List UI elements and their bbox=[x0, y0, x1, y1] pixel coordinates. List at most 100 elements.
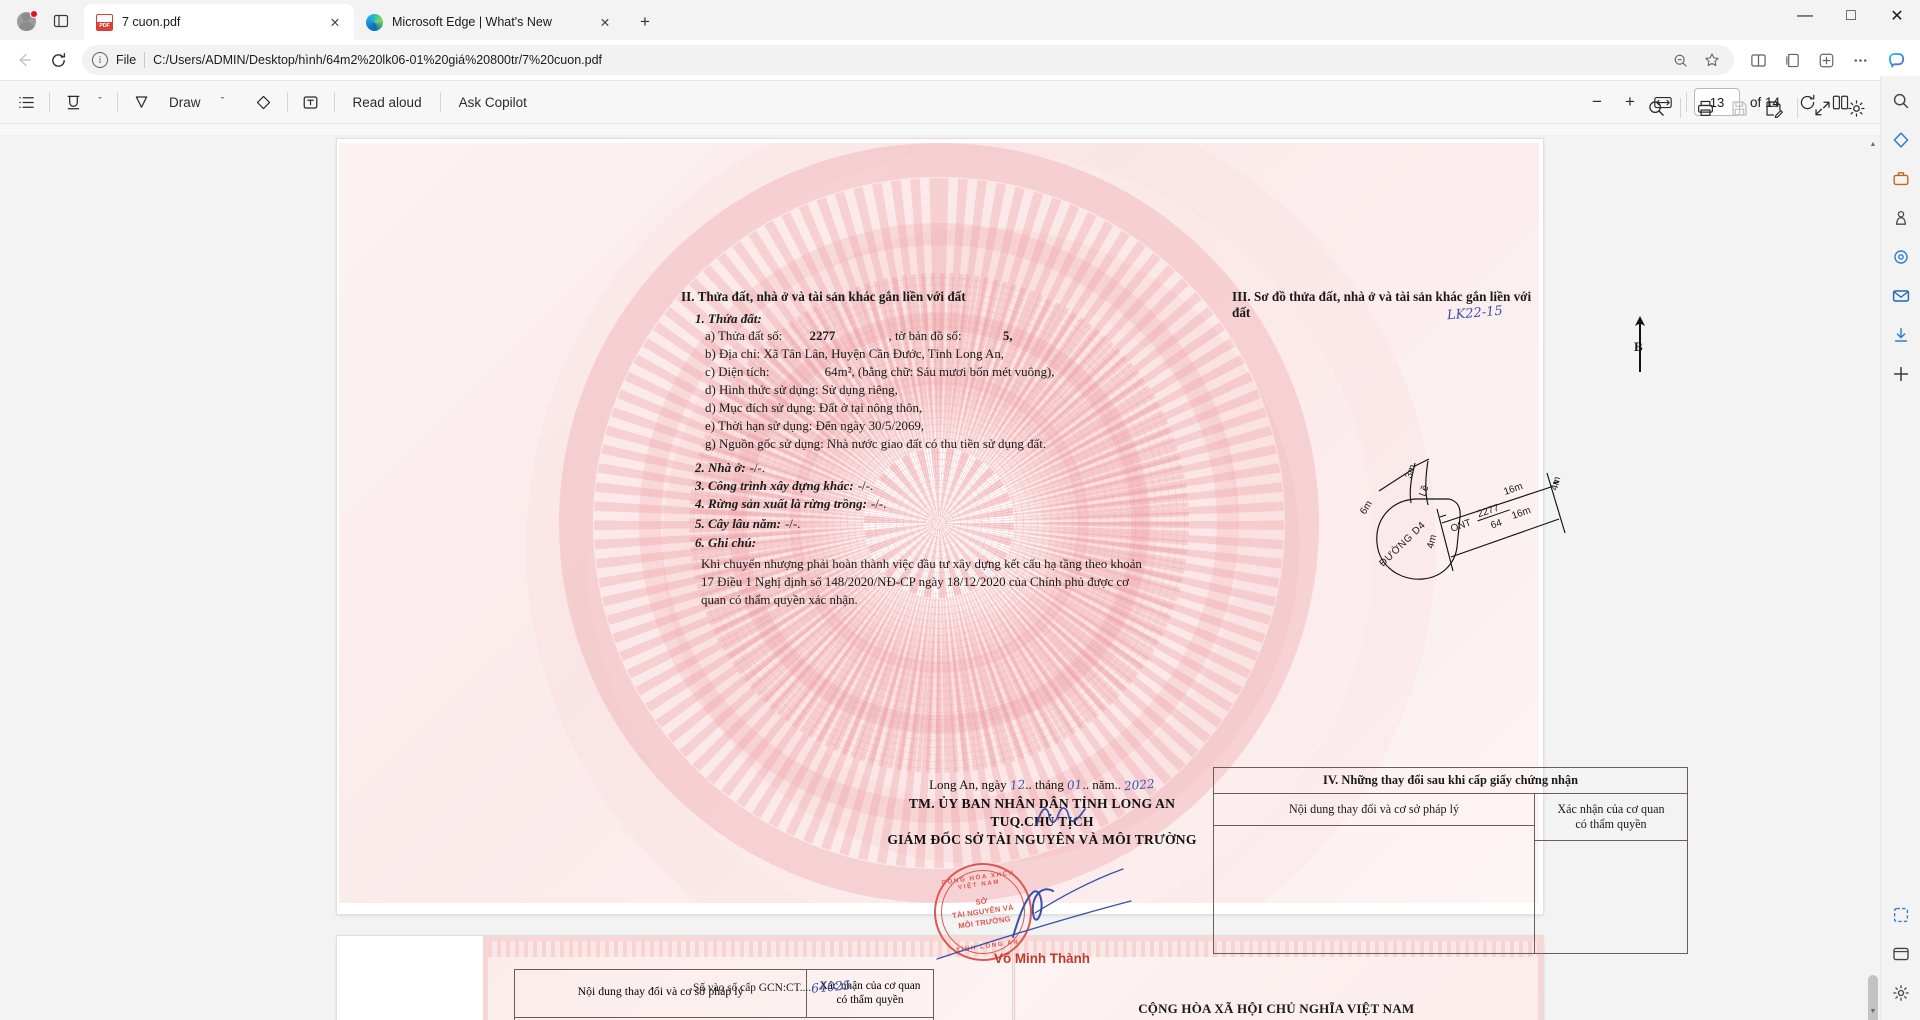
scroll-up-arrow-icon[interactable]: ▲ bbox=[1866, 137, 1880, 151]
add-favorite-icon[interactable] bbox=[1810, 44, 1842, 76]
vertical-tabs-icon bbox=[53, 14, 69, 28]
outlook-icon[interactable] bbox=[1886, 281, 1916, 311]
info-circle-icon[interactable]: i bbox=[92, 52, 108, 68]
collections-icon[interactable] bbox=[1776, 44, 1808, 76]
minimize-button[interactable]: — bbox=[1782, 0, 1828, 32]
search-icon[interactable] bbox=[1640, 92, 1672, 124]
gcn-label: Số vào sổ cấp GCN:CT.... bbox=[693, 982, 812, 994]
scroll-down-arrow-icon[interactable]: ▼ bbox=[1866, 1004, 1880, 1018]
handwritten-initial-icon bbox=[1036, 807, 1086, 826]
shopping-icon[interactable] bbox=[1886, 125, 1916, 155]
section4-table: IV. Những thay đổi sau khi cấp giấy chứn… bbox=[1213, 767, 1688, 955]
tab-close-0[interactable]: ✕ bbox=[325, 12, 345, 32]
new-tab-button[interactable]: + bbox=[630, 6, 660, 36]
browser-essentials-icon[interactable] bbox=[1886, 939, 1916, 969]
star-icon[interactable] bbox=[1700, 48, 1724, 72]
national-heading: CỘNG HÒA XÃ HỘI CHỦ NGHĨA VIỆT NAM Độc l… bbox=[1031, 1001, 1523, 1020]
ask-copilot-button[interactable]: Ask Copilot bbox=[448, 86, 538, 118]
tab-1[interactable]: Microsoft Edge | What's New ✕ bbox=[354, 4, 624, 40]
area-value: 64m², (bằng chữ: Sáu mươi bốn mét vuông)… bbox=[824, 365, 1055, 379]
toolbar-divider-6 bbox=[439, 92, 441, 112]
zoom-out-button[interactable]: − bbox=[1581, 86, 1613, 118]
parcel-number-row: a) Thửa đất số: 2277 , tờ bản đồ số: 5, bbox=[705, 329, 1013, 344]
fullscreen-icon[interactable] bbox=[1806, 92, 1838, 124]
add-text-icon[interactable] bbox=[295, 86, 327, 118]
zoom-out-icon[interactable] bbox=[1668, 48, 1692, 72]
address-bar[interactable]: i File C:/Users/ADMIN/Desktop/hình/64m2%… bbox=[82, 45, 1734, 75]
map-sheet-value: 5, bbox=[1002, 329, 1013, 343]
area-label: c) Diện tích: bbox=[705, 365, 770, 379]
tools-icon[interactable] bbox=[1886, 242, 1916, 272]
edge-logo-icon bbox=[366, 13, 383, 31]
refresh-icon[interactable] bbox=[42, 44, 74, 76]
tab-0[interactable]: PDF 7 cuon.pdf ✕ bbox=[84, 4, 354, 40]
north-arrow-icon bbox=[1635, 316, 1645, 372]
vertical-scrollbar[interactable]: ▲ ▼ bbox=[1866, 135, 1880, 1020]
pdf-page-13: II. Thửa đất, nhà ở và tài sản khác gắn … bbox=[337, 139, 1688, 996]
toolbar-divider-9 bbox=[1797, 98, 1798, 118]
notification-badge bbox=[30, 10, 38, 18]
note-line-2: 17 Điều 1 Nghị định số 148/2020/NĐ-CP ng… bbox=[701, 575, 1129, 589]
ellipsis-icon[interactable] bbox=[1844, 44, 1876, 76]
signature-year: 2022 bbox=[1123, 776, 1156, 794]
downloads-icon[interactable] bbox=[1886, 320, 1916, 350]
profile-button[interactable] bbox=[8, 5, 44, 37]
screenshot-icon[interactable] bbox=[1886, 900, 1916, 930]
item4-label: 4. Rừng sản xuất là rừng trồng: bbox=[695, 496, 867, 511]
section4-col1: Nội dung thay đổi và cơ sở pháp lý bbox=[1214, 794, 1535, 954]
highlight-dropdown-chevron[interactable]: ˇ bbox=[90, 86, 110, 118]
signature-month: 01 bbox=[1066, 777, 1084, 793]
section4-col1-header: Nội dung thay đổi và cơ sở pháp lý bbox=[1214, 794, 1534, 827]
item2-value: -/-. bbox=[749, 461, 766, 475]
signer-name: Võ Minh Thành bbox=[994, 951, 1090, 966]
erase-icon[interactable] bbox=[248, 86, 280, 118]
page14-table: Nội dung thay đổi và cơ sở pháp lý Xác n… bbox=[514, 969, 934, 1020]
section4-col2-line1: Xác nhận của cơ quan bbox=[1557, 802, 1665, 816]
save-as-icon[interactable] bbox=[1757, 92, 1789, 124]
read-aloud-button[interactable]: Read aloud bbox=[342, 86, 433, 118]
road-width-label: 6m bbox=[1358, 499, 1375, 517]
pdf-viewport[interactable]: II. Thửa đất, nhà ở và tài sản khác gắn … bbox=[0, 135, 1880, 1020]
gear-icon[interactable] bbox=[1840, 92, 1872, 124]
maximize-button[interactable]: □ bbox=[1828, 0, 1874, 32]
tab-close-1[interactable]: ✕ bbox=[595, 12, 615, 32]
window-controls: — □ ✕ bbox=[1782, 0, 1920, 32]
pdf-toolbar: ˇ Draw ˇ Read aloud Ask Copilot − + 13 o… bbox=[0, 80, 1920, 124]
close-window-button[interactable]: ✕ bbox=[1874, 0, 1920, 32]
section2-item1-title: 1. Thửa đất: bbox=[695, 311, 762, 326]
address-bar-row: i File C:/Users/ADMIN/Desktop/hình/64m2%… bbox=[0, 40, 1920, 80]
road-name-label: ĐƯỜNG D4 bbox=[1376, 518, 1428, 569]
print-icon[interactable] bbox=[1689, 92, 1721, 124]
briefcase-icon[interactable] bbox=[1886, 164, 1916, 194]
item6-label: 6. Ghi chú: bbox=[695, 535, 757, 550]
address-line: b) Địa chỉ: Xã Tân Lân, Huyện Cần Đước, … bbox=[705, 347, 1005, 361]
toolbar-divider-1 bbox=[49, 92, 50, 112]
draw-button[interactable]: Draw bbox=[158, 86, 212, 118]
page14-table-col2-line2: có thẩm quyền bbox=[836, 994, 904, 1007]
pdf-toolbar-actions bbox=[1640, 92, 1872, 124]
copilot-search-icon[interactable] bbox=[1886, 86, 1916, 116]
note-line-3: quan có thẩm quyền xác nhận. bbox=[701, 593, 858, 607]
parcel-left-edge bbox=[1436, 508, 1454, 572]
draw-dropdown-chevron[interactable]: ˇ bbox=[213, 86, 233, 118]
use-purpose-line: d) Mục đích sử dụng: Đất ở tại nông thôn… bbox=[705, 401, 923, 415]
address-url-text[interactable]: C:/Users/ADMIN/Desktop/hình/64m2%20lk06-… bbox=[153, 53, 1660, 67]
sidebar-settings-icon[interactable] bbox=[1886, 978, 1916, 1008]
section4-heading: IV. Những thay đổi sau khi cấp giấy chứn… bbox=[1214, 768, 1687, 794]
copilot-icon[interactable] bbox=[1880, 44, 1912, 76]
toolbar-divider-2 bbox=[117, 92, 118, 112]
highlight-icon[interactable] bbox=[57, 86, 89, 118]
split-screen-icon[interactable] bbox=[1742, 44, 1774, 76]
table-of-contents-icon[interactable] bbox=[10, 86, 42, 118]
section4-col1-body bbox=[1214, 826, 1534, 938]
tab-title-1: Microsoft Edge | What's New bbox=[392, 15, 552, 29]
add-tool-icon[interactable] bbox=[1886, 359, 1916, 389]
tab-actions-button[interactable] bbox=[44, 5, 78, 37]
signature-place-prefix: Long An, ngày bbox=[929, 777, 1007, 792]
draw-pen-icon[interactable] bbox=[125, 86, 157, 118]
back-arrow-icon[interactable] bbox=[8, 44, 40, 76]
games-icon[interactable] bbox=[1886, 203, 1916, 233]
signature-month-prefix: tháng bbox=[1035, 777, 1064, 792]
shoulder-label: Lề bbox=[1417, 483, 1432, 498]
tab-strip: PDF 7 cuon.pdf ✕ Microsoft Edge | What's… bbox=[0, 0, 1920, 40]
